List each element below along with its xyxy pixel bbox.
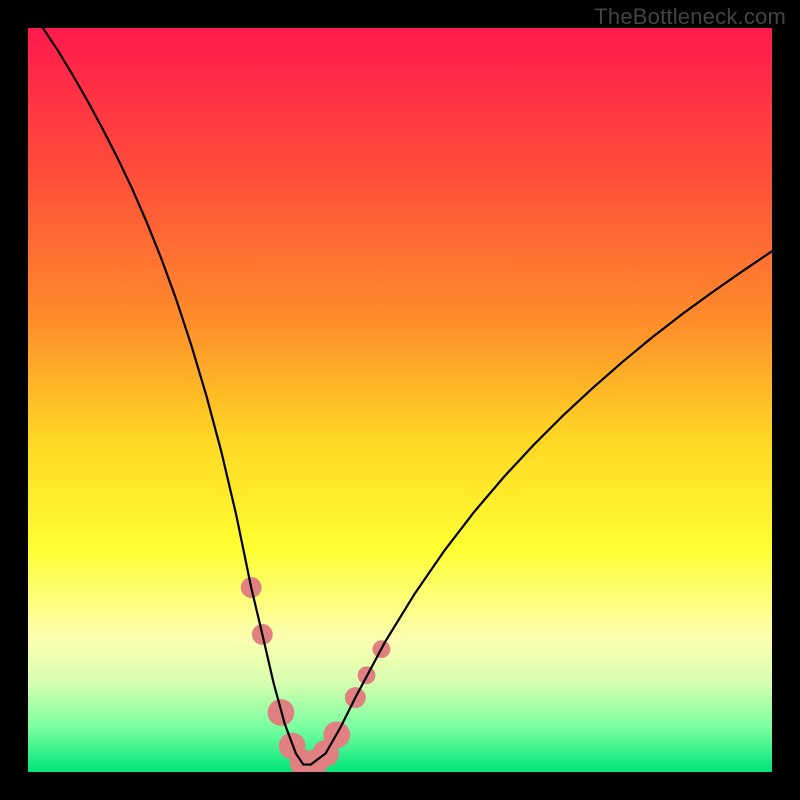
watermark-text: TheBottleneck.com (594, 4, 786, 30)
plot-area (28, 28, 772, 772)
gradient-background (28, 28, 772, 772)
chart-svg (28, 28, 772, 772)
chart-frame: TheBottleneck.com (0, 0, 800, 800)
